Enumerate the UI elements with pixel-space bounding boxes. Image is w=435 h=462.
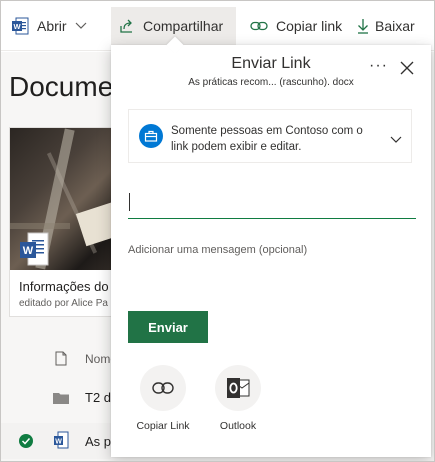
organization-icon — [139, 124, 163, 148]
send-link-panel: Enviar Link As práticas recom... (rascun… — [111, 45, 431, 457]
close-icon[interactable] — [400, 61, 414, 75]
recipient-input[interactable] — [128, 187, 416, 219]
app-window: W Abrir Compartilhar Copiar link Baixar … — [0, 0, 435, 462]
message-input[interactable]: Adicionar uma mensagem (opcional) — [128, 244, 307, 256]
outlook-icon — [215, 365, 261, 411]
word-icon: W — [53, 431, 69, 454]
document-card-name: Informações do — [19, 279, 109, 294]
list-item-name: As p — [85, 434, 112, 449]
word-icon: W — [11, 17, 29, 35]
link-icon — [140, 365, 186, 411]
link-scope-description: Somente pessoas em Contoso com o link po… — [171, 125, 363, 153]
chevron-down-icon — [75, 22, 87, 30]
list-item[interactable]: T2 d — [1, 379, 111, 415]
list-header: Nome — [1, 341, 117, 377]
outlook-option-label: Outlook — [219, 420, 257, 432]
folder-icon — [53, 391, 69, 409]
word-document-icon: W — [19, 232, 49, 266]
send-button[interactable]: Enviar — [128, 311, 208, 343]
share-icon — [119, 18, 135, 34]
open-button[interactable]: W Abrir — [11, 7, 87, 45]
outlook-option[interactable]: Outlook — [208, 365, 268, 432]
download-label: Baixar — [375, 18, 415, 34]
chevron-down-icon — [390, 131, 402, 143]
file-type-icon — [55, 351, 67, 371]
svg-text:W: W — [23, 245, 34, 257]
checkmark-circle-icon — [19, 434, 33, 453]
link-icon — [250, 20, 268, 32]
copy-link-button[interactable]: Copiar link — [250, 7, 342, 45]
panel-filename: As práticas recom... (rascunho). docx — [188, 77, 354, 88]
link-settings-button[interactable]: Somente pessoas em Contoso com o link po… — [128, 109, 412, 163]
svg-text:W: W — [55, 438, 62, 445]
list-item[interactable]: W As p — [1, 423, 111, 459]
copy-link-option-label: Copiar Link — [136, 420, 190, 432]
command-bar: W Abrir Compartilhar Copiar link Baixar — [1, 1, 434, 51]
download-button[interactable]: Baixar — [357, 7, 415, 45]
download-icon — [357, 18, 369, 34]
share-label: Compartilhar — [143, 18, 224, 34]
copy-link-label: Copiar link — [276, 18, 343, 34]
text-cursor — [129, 193, 130, 211]
more-options-button[interactable]: ··· — [369, 57, 388, 75]
svg-text:W: W — [13, 22, 21, 31]
document-card-editor: editado por Alice Pa — [19, 298, 108, 309]
copy-link-option[interactable]: Copiar Link — [133, 365, 193, 432]
open-label: Abrir — [37, 18, 67, 34]
list-item-name: T2 d — [85, 390, 112, 405]
document-card[interactable]: W Informações do editado por Alice Pa — [9, 127, 127, 317]
